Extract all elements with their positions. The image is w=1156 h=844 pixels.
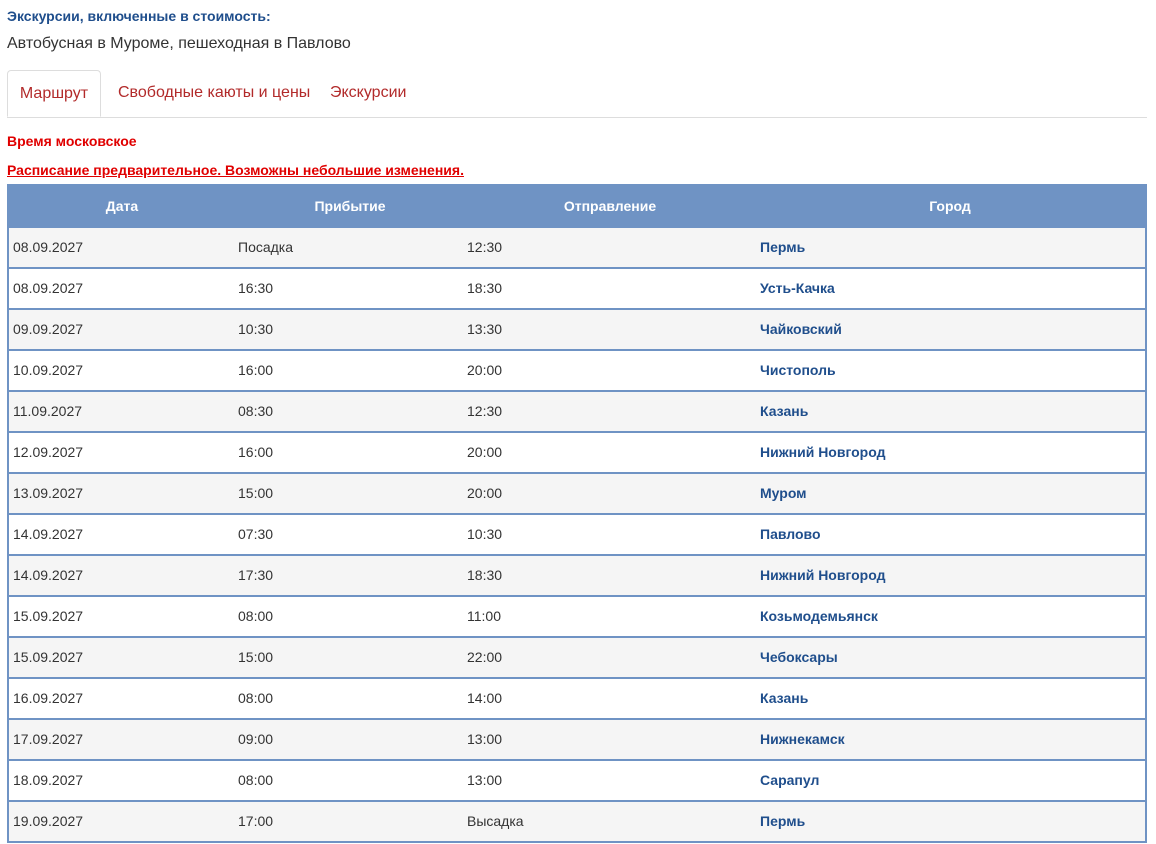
cell-arrival: 16:00: [238, 444, 274, 460]
city-link[interactable]: Сарапул: [760, 761, 819, 800]
cell-departure: 13:00: [467, 772, 503, 788]
cell-departure: Высадка: [467, 813, 524, 829]
cell-arrival: 17:30: [238, 567, 274, 583]
table-row: 14.09.2027 17:30 18:30 Нижний Новгород: [9, 554, 1145, 595]
cell-date: 15.09.2027: [13, 649, 84, 665]
table-row: 08.09.2027 16:30 18:30 Усть-Качка: [9, 267, 1145, 308]
cell-arrival: 08:00: [238, 608, 274, 624]
cell-date: 09.09.2027: [13, 321, 84, 337]
header-departure: Отправление: [563, 198, 657, 214]
city-link[interactable]: Козьмодемьянск: [760, 597, 878, 636]
city-link[interactable]: Пермь: [760, 228, 805, 267]
excursions-text: Автобусная в Муроме, пешеходная в Павлов…: [7, 35, 351, 52]
cell-date: 08.09.2027: [13, 280, 84, 296]
cell-arrival: 09:00: [238, 731, 274, 747]
city-link[interactable]: Чебоксары: [760, 638, 838, 677]
excursions-title: Экскурсии, включенные в стоимость:: [7, 8, 271, 24]
cell-departure: 20:00: [467, 444, 503, 460]
table-row: 10.09.2027 16:00 20:00 Чистополь: [9, 349, 1145, 390]
table-row: 13.09.2027 15:00 20:00 Муром: [9, 472, 1145, 513]
header-arrival: Прибытие: [314, 198, 386, 214]
city-link[interactable]: Нижнекамск: [760, 720, 845, 759]
cell-date: 12.09.2027: [13, 444, 84, 460]
table-row: 18.09.2027 08:00 13:00 Сарапул: [9, 759, 1145, 800]
city-link[interactable]: Муром: [760, 474, 807, 513]
cell-departure: 22:00: [467, 649, 503, 665]
cell-date: 13.09.2027: [13, 485, 84, 501]
cell-date: 11.09.2027: [13, 403, 83, 419]
cell-departure: 12:30: [467, 239, 503, 255]
city-link[interactable]: Нижний Новгород: [760, 556, 885, 595]
cell-arrival: 16:00: [238, 362, 274, 378]
cell-date: 14.09.2027: [13, 567, 84, 583]
header-city: Город: [929, 198, 971, 214]
cell-departure: 20:00: [467, 362, 503, 378]
table-row: 09.09.2027 10:30 13:30 Чайковский: [9, 308, 1145, 349]
table-header: Дата Прибытие Отправление Город: [9, 186, 1145, 226]
cell-departure: 12:30: [467, 403, 503, 419]
tab-route[interactable]: Маршрут: [7, 70, 101, 117]
cell-arrival: 08:00: [238, 690, 274, 706]
moscow-time-note: Время московское: [7, 133, 137, 149]
tab-cabins-prices[interactable]: Свободные каюты и цены: [118, 70, 310, 116]
cell-date: 08.09.2027: [13, 239, 84, 255]
cell-arrival: 15:00: [238, 485, 274, 501]
cell-departure: 10:30: [467, 526, 503, 542]
schedule-note: Расписание предварительное. Возможны неб…: [7, 162, 464, 178]
city-link[interactable]: Усть-Качка: [760, 269, 835, 308]
city-link[interactable]: Чайковский: [760, 310, 842, 349]
tab-bar: Маршрут Свободные каюты и цены Экскурсии: [7, 70, 1147, 118]
city-link[interactable]: Павлово: [760, 515, 821, 554]
city-link[interactable]: Пермь: [760, 802, 805, 841]
cell-departure: 18:30: [467, 567, 503, 583]
tab-excursions[interactable]: Экскурсии: [330, 70, 406, 116]
cell-date: 19.09.2027: [13, 813, 84, 829]
table-row: 15.09.2027 08:00 11:00 Козьмодемьянск: [9, 595, 1145, 636]
cell-arrival: 17:00: [238, 813, 274, 829]
route-table: Дата Прибытие Отправление Город 08.09.20…: [7, 184, 1147, 843]
table-row: 19.09.2027 17:00 Высадка Пермь: [9, 800, 1145, 841]
table-row: 17.09.2027 09:00 13:00 Нижнекамск: [9, 718, 1145, 759]
cell-date: 15.09.2027: [13, 608, 84, 624]
city-link[interactable]: Казань: [760, 392, 808, 431]
header-date: Дата: [105, 198, 139, 214]
cell-date: 17.09.2027: [13, 731, 84, 747]
table-row: 12.09.2027 16:00 20:00 Нижний Новгород: [9, 431, 1145, 472]
cell-arrival: Посадка: [238, 239, 294, 255]
cell-departure: 11:00: [467, 608, 501, 624]
city-link[interactable]: Казань: [760, 679, 808, 718]
cell-date: 10.09.2027: [13, 362, 84, 378]
cell-arrival: 10:30: [238, 321, 274, 337]
city-link[interactable]: Нижний Новгород: [760, 433, 885, 472]
cell-departure: 13:00: [467, 731, 503, 747]
cell-arrival: 07:30: [238, 526, 274, 542]
table-row: 16.09.2027 08:00 14:00 Казань: [9, 677, 1145, 718]
cell-departure: 14:00: [467, 690, 503, 706]
cell-departure: 20:00: [467, 485, 503, 501]
cell-date: 18.09.2027: [13, 772, 84, 788]
cell-arrival: 16:30: [238, 280, 274, 296]
cell-date: 16.09.2027: [13, 690, 84, 706]
cell-date: 14.09.2027: [13, 526, 84, 542]
table-row: 14.09.2027 07:30 10:30 Павлово: [9, 513, 1145, 554]
cell-departure: 13:30: [467, 321, 503, 337]
table-row: 11.09.2027 08:30 12:30 Казань: [9, 390, 1145, 431]
cell-arrival: 08:30: [238, 403, 274, 419]
cell-arrival: 15:00: [238, 649, 274, 665]
cell-arrival: 08:00: [238, 772, 274, 788]
table-row: 08.09.2027 Посадка 12:30 Пермь: [9, 226, 1145, 267]
cell-departure: 18:30: [467, 280, 503, 296]
city-link[interactable]: Чистополь: [760, 351, 836, 390]
table-row: 15.09.2027 15:00 22:00 Чебоксары: [9, 636, 1145, 677]
